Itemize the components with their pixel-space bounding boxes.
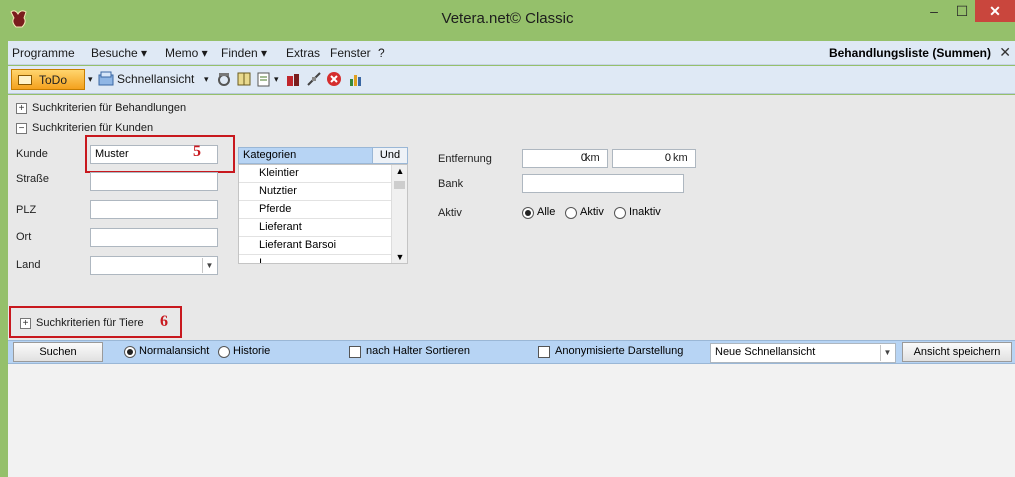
menu-extras[interactable]: Extras — [286, 46, 320, 60]
chevron-down-icon[interactable]: ▼ — [880, 345, 894, 361]
plz-input[interactable] — [90, 200, 218, 219]
menu-besuche[interactable]: Besuche ▾ — [91, 46, 147, 60]
strasse-input[interactable] — [90, 172, 218, 191]
annotation-box-kunde — [85, 135, 235, 173]
radio-aktiv-label[interactable]: Aktiv — [580, 206, 604, 218]
radio-history[interactable] — [218, 346, 230, 358]
envelope-icon — [18, 75, 32, 85]
search-bar: Suchen Normalansicht Historie nach Halte… — [8, 340, 1015, 364]
main-content: + Suchkriterien für Behandlungen − Suchk… — [8, 95, 1015, 477]
category-item[interactable]: Ӏ — [239, 255, 391, 263]
radio-alle[interactable] — [522, 207, 534, 219]
scroll-thumb[interactable] — [394, 181, 405, 189]
radio-normal-view[interactable] — [124, 346, 136, 358]
sort-by-owner-checkbox[interactable] — [349, 346, 361, 358]
category-item[interactable]: Lieferant Barsoi — [239, 237, 391, 255]
customers-criteria-label[interactable]: Suchkriterien für Kunden — [32, 122, 153, 134]
distance-label: Entfernung — [438, 153, 492, 165]
book-icon[interactable] — [236, 71, 252, 87]
toolbar: ToDo ▾ Schnellansicht ▾ ▾ — [8, 66, 1015, 94]
radio-history-label[interactable]: Historie — [233, 345, 270, 357]
ort-label: Ort — [16, 231, 32, 243]
minimize-button[interactable]: – — [920, 0, 948, 22]
menu-programme[interactable]: Programme — [12, 46, 75, 60]
anonymized-label[interactable]: Anonymisierte Darstellung — [555, 345, 683, 357]
scroll-up-icon[interactable]: ▲ — [392, 166, 407, 176]
notes-icon[interactable] — [256, 71, 272, 87]
categories-scrollbar[interactable]: ▲ ▼ — [391, 165, 407, 263]
radio-alle-label[interactable]: Alle — [537, 206, 555, 218]
chart-icon[interactable] — [348, 71, 364, 87]
collapse-customers-icon[interactable]: − — [16, 123, 27, 134]
distance-to-value: 0 — [664, 152, 671, 164]
app-window: Vetera.net© Classic – ☐ ✕ Programme Besu… — [0, 0, 1015, 477]
land-select[interactable]: ▼ — [90, 256, 218, 275]
window-title: Vetera.net© Classic — [441, 10, 574, 27]
annotation-number-6: 6 — [160, 313, 168, 330]
menu-memo[interactable]: Memo ▾ — [165, 46, 208, 60]
notes-dropdown-icon[interactable]: ▾ — [274, 74, 279, 85]
menu-finden[interactable]: Finden ▾ — [221, 46, 267, 60]
ort-input[interactable] — [90, 228, 218, 247]
treatments-criteria-label[interactable]: Suchkriterien für Behandlungen — [32, 102, 186, 114]
save-view-button[interactable]: Ansicht speichern — [902, 342, 1012, 362]
title-bar: Vetera.net© Classic – ☐ ✕ — [0, 0, 1015, 40]
radio-normal-view-label[interactable]: Normalansicht — [139, 345, 209, 357]
search-button[interactable]: Suchen — [13, 342, 103, 362]
medicine-icon[interactable] — [285, 71, 301, 87]
bank-label: Bank — [438, 178, 464, 190]
quickview-icon[interactable] — [98, 71, 114, 87]
plz-label: PLZ — [16, 204, 37, 216]
todo-label: ToDo — [39, 73, 68, 87]
sort-by-owner-label[interactable]: nach Halter Sortieren — [366, 345, 470, 357]
stop-icon[interactable] — [326, 71, 342, 87]
active-label: Aktiv — [438, 207, 462, 219]
category-item[interactable]: Nutztier — [239, 183, 391, 201]
syringe-icon[interactable] — [306, 71, 322, 87]
quickview-dropdown-icon[interactable]: ▾ — [204, 74, 209, 85]
distance-from-unit: km — [585, 152, 600, 164]
distance-to-unit: km — [673, 152, 688, 164]
annotation-box-tiere — [9, 306, 182, 338]
quickview-label[interactable]: Schnellansicht — [117, 72, 194, 86]
categories-mode-button[interactable]: Und — [372, 148, 407, 163]
search-criteria-panel: + Suchkriterien für Behandlungen − Suchk… — [8, 95, 1015, 340]
category-item[interactable]: Kleintier — [239, 165, 391, 183]
anonymized-checkbox[interactable] — [538, 346, 550, 358]
quickview-select-value: Neue Schnellansicht — [715, 346, 816, 358]
menu-bar: Programme Besuche ▾ Memo ▾ Finden ▾ Extr… — [8, 41, 1015, 65]
strasse-label: Straße — [16, 173, 50, 185]
annotation-number-5: 5 — [193, 143, 201, 160]
close-tab-button[interactable]: ✕ — [999, 44, 1011, 61]
land-label: Land — [16, 259, 41, 271]
todo-dropdown-icon[interactable]: ▾ — [88, 74, 93, 85]
categories-title: Kategorien — [243, 149, 297, 161]
radio-inaktiv-label[interactable]: Inaktiv — [629, 206, 661, 218]
category-item[interactable]: Pferde — [239, 201, 391, 219]
menu-help[interactable]: ? — [378, 46, 385, 60]
results-area — [8, 365, 1015, 477]
maximize-button[interactable]: ☐ — [948, 0, 976, 22]
phone-icon[interactable] — [216, 71, 232, 87]
expand-treatments-icon[interactable]: + — [16, 103, 27, 114]
categories-list: Kleintier Nutztier Pferde Lieferant Lief… — [238, 164, 408, 264]
scroll-down-icon[interactable]: ▼ — [392, 252, 407, 262]
categories-header: Kategorien Und — [238, 147, 408, 164]
chevron-down-icon[interactable]: ▼ — [202, 258, 216, 273]
todo-button[interactable]: ToDo — [11, 69, 85, 90]
radio-inaktiv[interactable] — [614, 207, 626, 219]
menu-fenster[interactable]: Fenster — [330, 46, 371, 60]
close-button[interactable]: ✕ — [975, 0, 1015, 22]
category-item[interactable]: Lieferant — [239, 219, 391, 237]
bank-input[interactable] — [522, 174, 684, 193]
radio-aktiv[interactable] — [565, 207, 577, 219]
quickview-select[interactable]: Neue Schnellansicht ▼ — [710, 343, 896, 363]
active-view-title: Behandlungsliste (Summen) — [828, 46, 991, 60]
kunde-label: Kunde — [16, 148, 48, 160]
